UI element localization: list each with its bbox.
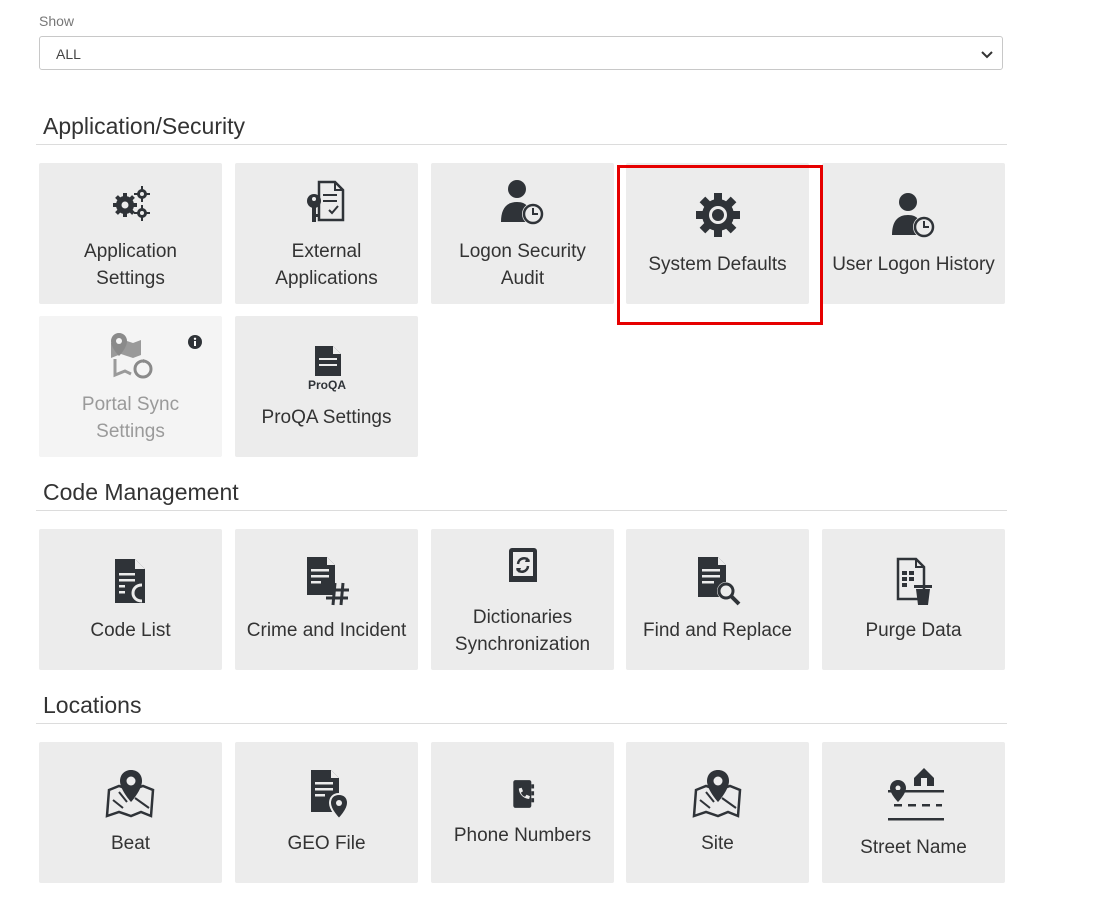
map-pin-icon: [692, 770, 741, 818]
tile-site[interactable]: Site: [626, 742, 809, 883]
gear-icon: [695, 193, 740, 237]
tile-external-applications[interactable]: External Applications: [235, 163, 418, 304]
document-hashtag-icon: [306, 557, 349, 606]
tile-geo-file[interactable]: GEO File: [235, 742, 418, 883]
tile-label: External Applications: [275, 240, 378, 289]
show-filter-label: Show: [39, 13, 75, 29]
tile-label: Purge Data: [865, 620, 962, 641]
show-filter-select[interactable]: ALL: [39, 36, 1003, 70]
tile-label: Beat: [110, 833, 151, 854]
tile-beat[interactable]: Beat: [39, 742, 222, 883]
chevron-down-icon: [981, 51, 993, 59]
tile-label: System Defaults: [648, 254, 787, 275]
tile-label: Application Settings: [84, 240, 177, 289]
tile-label: ProQA Settings: [261, 407, 392, 428]
key-document-icon: [306, 180, 344, 222]
map-pin-icon: [105, 770, 154, 818]
tile-label: GEO File: [287, 833, 366, 854]
tile-label: User Logon History: [832, 254, 995, 275]
tile-find-and-replace[interactable]: Find and Replace: [626, 529, 809, 670]
tile-system-defaults[interactable]: System Defaults: [626, 163, 809, 304]
tile-user-logon-history[interactable]: User Logon History: [822, 163, 1005, 304]
user-clock-icon: [891, 193, 935, 238]
section-title: Locations: [43, 692, 142, 718]
document-pin-icon: [310, 770, 349, 820]
tile-proqa-settings[interactable]: ProQA ProQA Settings: [235, 316, 418, 457]
book-sync-icon: [508, 547, 537, 582]
tile-label: Find and Replace: [643, 620, 792, 641]
tile-label: Code List: [90, 620, 171, 641]
map-sync-icon: [110, 332, 152, 378]
tile-portal-sync-settings: Portal Sync Settings: [39, 316, 222, 457]
tile-application-settings[interactable]: Application Settings: [39, 163, 222, 304]
gears-icon: [112, 185, 150, 221]
tile-phone-numbers[interactable]: Phone Numbers: [431, 742, 614, 883]
document-trash-icon: [896, 557, 932, 605]
proqa-document-icon: ProQA: [307, 346, 346, 392]
tile-street-name[interactable]: Street Name: [822, 742, 1005, 883]
section-locations: Locations: [36, 684, 1007, 724]
show-filter-value: ALL: [56, 46, 81, 62]
tile-label: Phone Numbers: [453, 825, 592, 846]
tile-purge-data[interactable]: Purge Data: [822, 529, 1005, 670]
section-title: Code Management: [43, 479, 239, 505]
code-list-icon: [114, 559, 145, 603]
document-search-icon: [697, 557, 740, 606]
tile-label: Crime and Incident: [246, 620, 407, 641]
tile-label: Portal Sync Settings: [81, 393, 180, 442]
info-icon[interactable]: [188, 335, 202, 349]
tile-label: Site: [701, 833, 734, 854]
tile-code-list[interactable]: Code List: [39, 529, 222, 670]
proqa-icon-text: ProQA: [307, 378, 345, 392]
tile-label: Dictionaries Synchronization: [454, 606, 591, 655]
user-clock-icon: [500, 179, 544, 225]
phone-book-icon: [512, 780, 534, 808]
section-title: Application/Security: [43, 113, 245, 139]
tile-crime-and-incident[interactable]: Crime and Incident: [235, 529, 418, 670]
tile-label: Logon Security Audit: [459, 240, 586, 289]
section-application-security: Application/Security: [36, 105, 1007, 145]
tile-label: Street Name: [860, 837, 967, 858]
section-code-management: Code Management: [36, 471, 1007, 511]
street-house-icon: [887, 768, 944, 821]
tile-logon-security-audit[interactable]: Logon Security Audit: [431, 163, 614, 304]
tile-dictionaries-synchronization[interactable]: Dictionaries Synchronization: [431, 529, 614, 670]
